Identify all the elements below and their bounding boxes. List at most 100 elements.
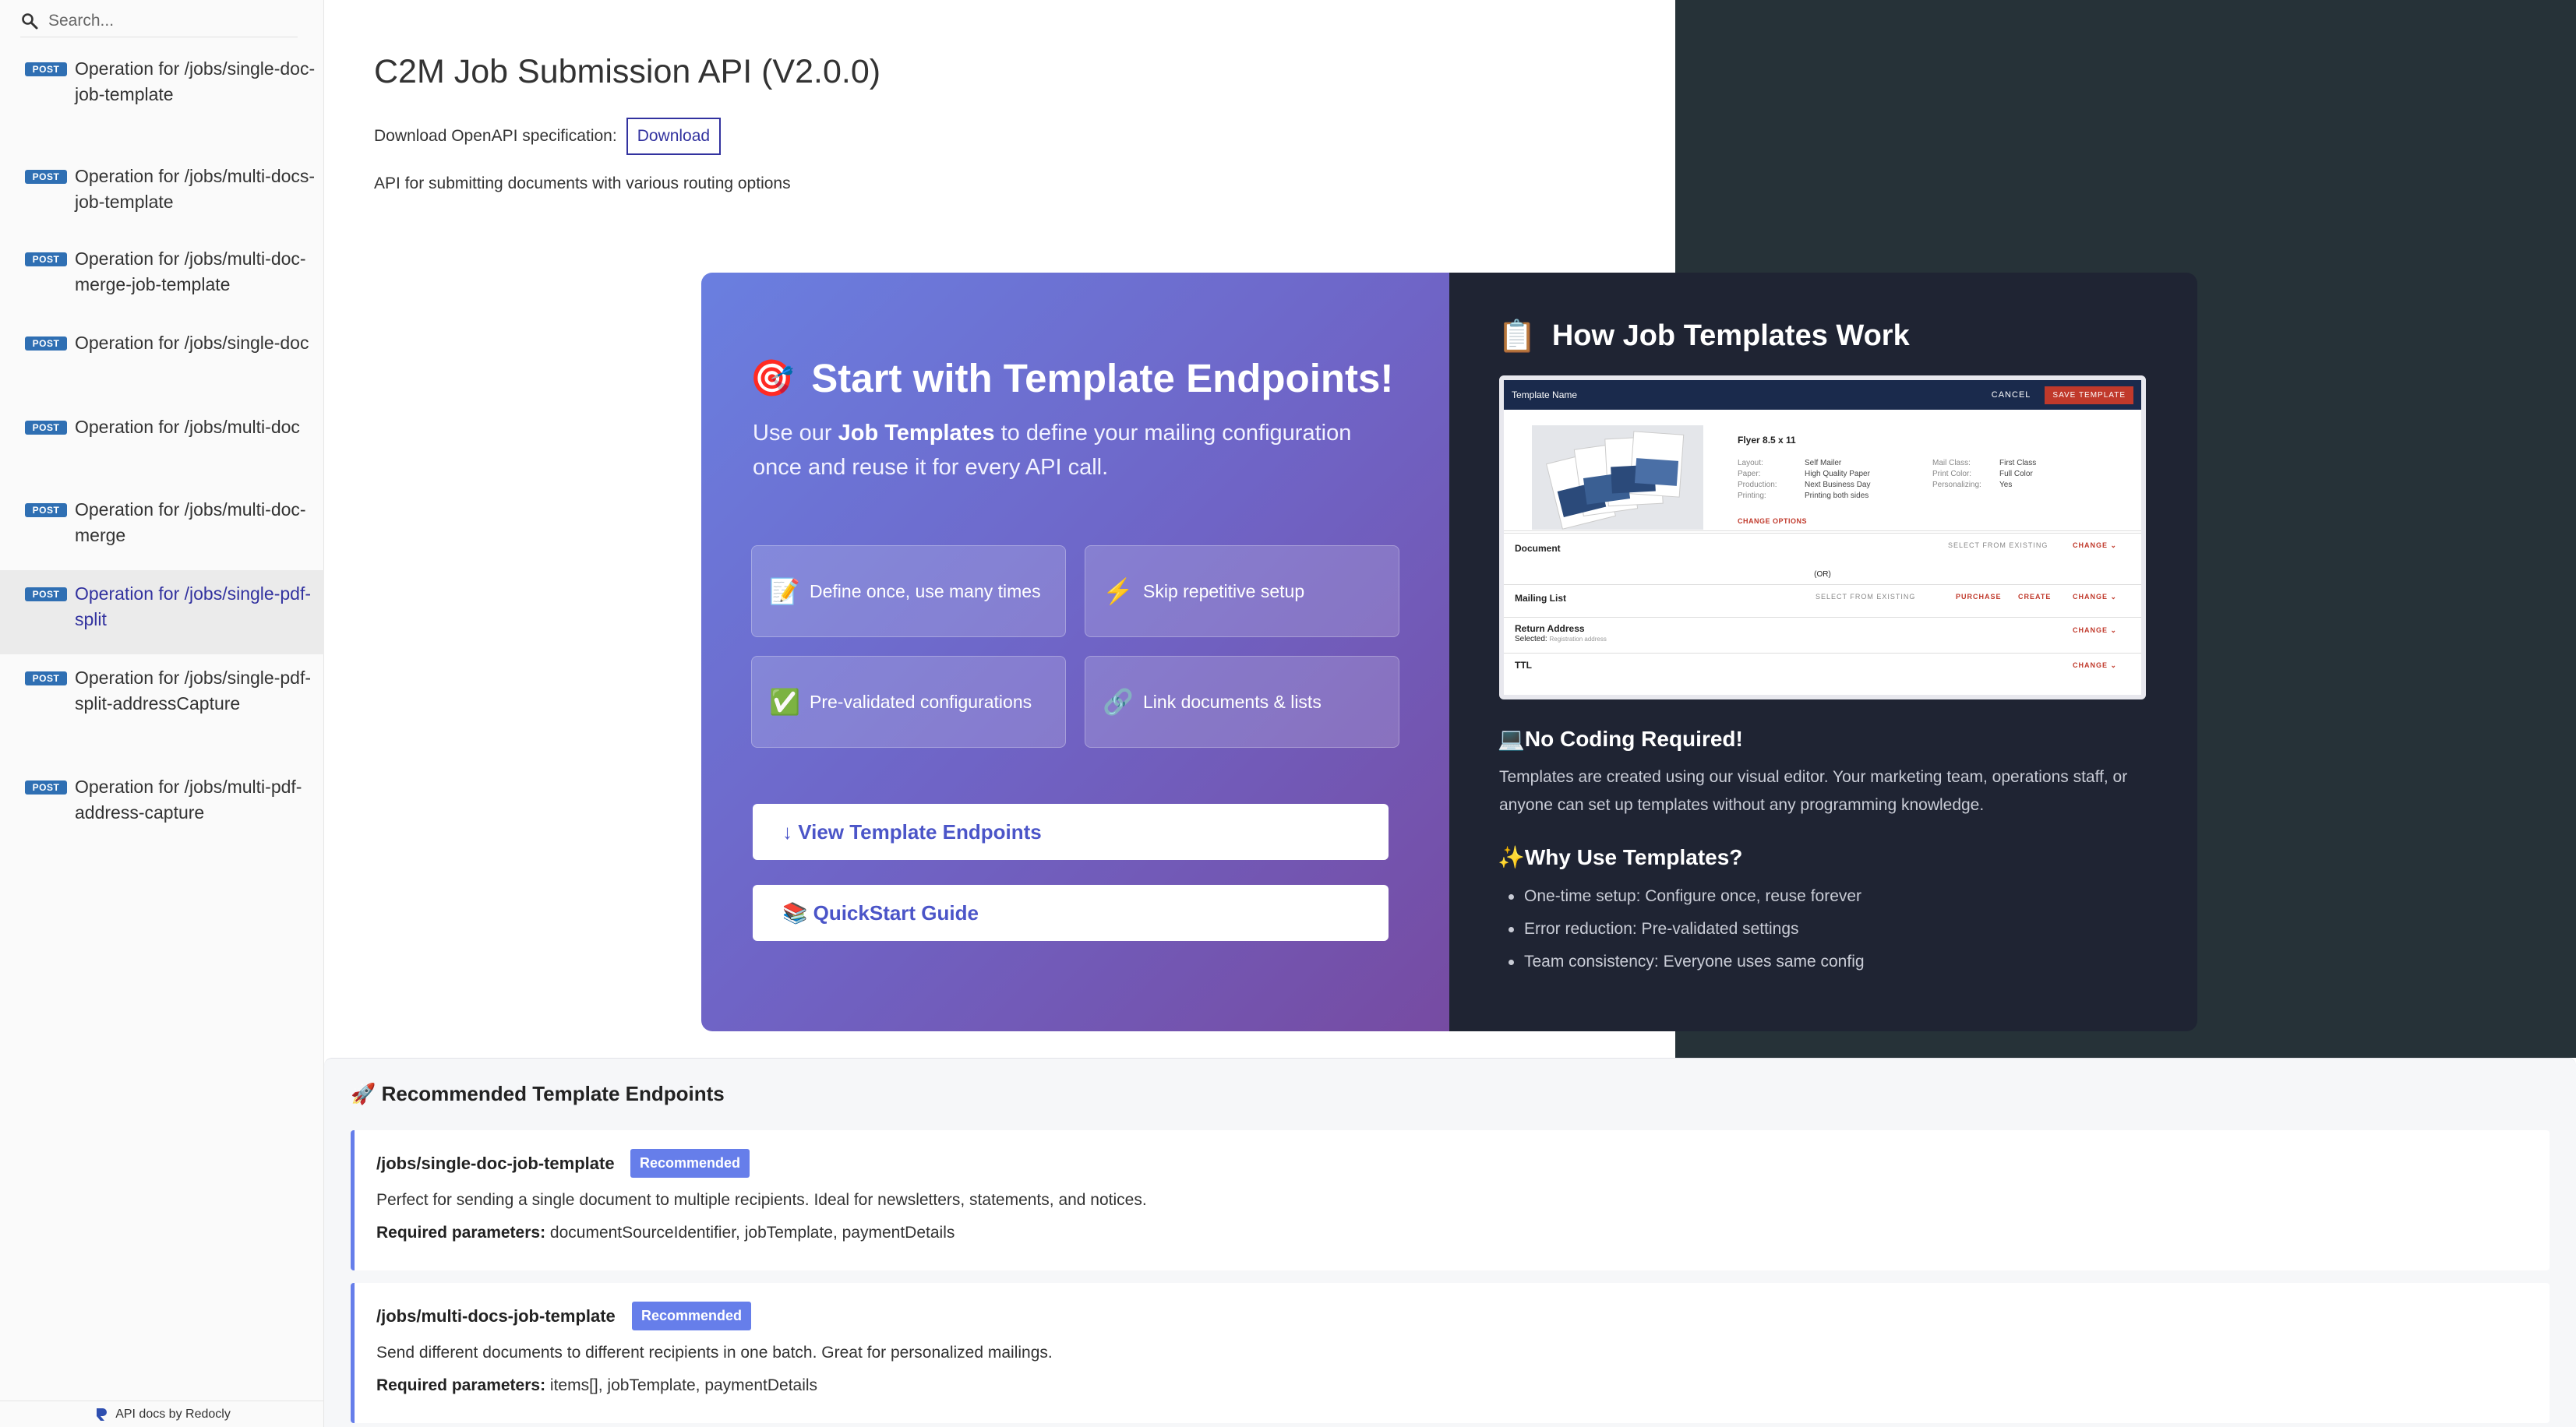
endpoint-description: Send different documents to different re… <box>376 1344 1053 1362</box>
mock-return-address-row: Return Address Selected: Registration ad… <box>1504 617 2141 651</box>
required-parameters: Required parameters: items[], jobTemplat… <box>376 1376 818 1394</box>
mock-create: CREATE <box>2018 593 2052 601</box>
mock-change: CHANGE ⌄ <box>2073 626 2118 634</box>
endpoint-description: Perfect for sending a single document to… <box>376 1191 1147 1209</box>
mock-purchase: PURCHASE <box>1956 593 2002 601</box>
sidebar-item-single-doc[interactable]: POST Operation for /jobs/single-doc <box>0 319 324 403</box>
search-box <box>20 5 298 37</box>
sidebar-item-label: Operation for /jobs/multi-pdf-address-ca… <box>75 777 302 823</box>
sidebar-item-label: Operation for /jobs/multi-doc-merge <box>75 499 306 545</box>
recommended-badge: Recommended <box>632 1302 752 1330</box>
mock-spec-row: Printing: Printing both sides <box>1738 492 1869 500</box>
mock-specs-left: Layout: Self Mailer Paper: High Quality Pa… <box>1738 458 1870 502</box>
sidebar-item-label: Operation for /jobs/single-doc <box>75 333 309 353</box>
why-templates-title: ✨Why Use Templates? <box>1498 845 1743 869</box>
post-method-badge: POST <box>25 587 67 601</box>
required-parameters: Required parameters: documentSourceIdent… <box>376 1224 955 1242</box>
sidebar-item-multi-docs-job-template[interactable]: POST Operation for /jobs/multi-docs-job-… <box>0 153 324 235</box>
endpoint-path: /jobs/single-doc-job-template <box>376 1154 615 1173</box>
no-coding-text: Templates are created using our visual e… <box>1499 768 2128 814</box>
download-row: Download OpenAPI specification: Download <box>374 117 722 156</box>
search-icon <box>22 12 38 29</box>
hero-title-text: Start with Template Endpoints! <box>811 356 1394 400</box>
mock-selected: Selected: Registration address <box>1515 635 1607 643</box>
mock-ttl-label: TTL <box>1515 660 1532 671</box>
sidebar-item-label: Operation for /jobs/single-pdf-split-add… <box>75 668 311 714</box>
sidebar-item-single-pdf-split-addresscapture[interactable]: POST Operation for /jobs/single-pdf-spli… <box>0 654 324 763</box>
feature-skip-setup: ⚡ Skip repetitive setup <box>1085 545 1399 637</box>
view-template-endpoints-button[interactable]: ↓ View Template Endpoints <box>753 804 1389 860</box>
endpoint-card-single-doc-job-template[interactable]: /jobs/single-doc-job-template Recommende… <box>351 1130 2550 1270</box>
download-button[interactable]: Download <box>626 118 722 155</box>
mock-select-existing: SELECT FROM EXISTING <box>1948 541 2048 549</box>
sidebar-item-multi-doc-merge[interactable]: POST Operation for /jobs/multi-doc-merge <box>0 486 324 570</box>
hero-title: 🎯 Start with Template Endpoints! <box>750 355 1393 401</box>
redocly-logo-icon <box>97 1408 108 1421</box>
download-label: Download OpenAPI specification: <box>374 127 617 145</box>
template-hero: 🎯 Start with Template Endpoints! Use our… <box>701 273 2197 1031</box>
sidebar-item-single-doc-job-template[interactable]: POST Operation for /jobs/single-doc-job-… <box>0 45 324 153</box>
post-method-badge: POST <box>25 503 67 517</box>
mock-template-name: Template Name <box>1512 389 1578 400</box>
mock-return-address-label: Return Address <box>1515 623 1585 634</box>
post-method-badge: POST <box>25 336 67 351</box>
memo-icon: 📝 <box>769 577 800 605</box>
redocly-link[interactable]: API docs by Redocly <box>0 1401 324 1427</box>
clipboard-icon: 📋 <box>1498 319 1537 354</box>
sidebar-item-label: Operation for /jobs/multi-doc-merge-job-… <box>75 248 306 294</box>
list-item: Error reduction: Pre-validated settings <box>1509 913 2163 946</box>
mock-or-row: (OR) <box>1504 567 2141 584</box>
sidebar: POST Operation for /jobs/single-doc-job-… <box>0 0 324 1427</box>
mock-document-row: Document SELECT FROM EXISTING CHANGE ⌄ <box>1504 533 2141 567</box>
how-title: 📋 How Job Templates Work <box>1498 318 1910 354</box>
sidebar-item-label: Operation for /jobs/multi-doc <box>75 417 300 437</box>
post-method-badge: POST <box>25 421 67 435</box>
target-icon: 🎯 <box>750 358 795 398</box>
mock-product-section: Flyer 8.5 x 11 Layout: Self Mailer Paper:… <box>1504 410 2141 531</box>
post-method-badge: POST <box>25 671 67 685</box>
post-method-badge: POST <box>25 252 67 266</box>
feature-text: Define once, use many times <box>810 581 1041 601</box>
check-mark-icon: ✅ <box>769 688 800 716</box>
no-coding-title: 💻No Coding Required! <box>1498 727 1743 751</box>
mock-product-title: Flyer 8.5 x 11 <box>1738 435 1796 446</box>
hero-intro-pre: Use our <box>753 421 838 446</box>
endpoint-path: /jobs/multi-docs-job-template <box>376 1306 616 1326</box>
mock-change: CHANGE ⌄ <box>2073 661 2118 669</box>
mock-change: CHANGE ⌄ <box>2073 593 2118 601</box>
quickstart-guide-button[interactable]: 📚 QuickStart Guide <box>753 885 1389 941</box>
sidebar-item-multi-doc[interactable]: POST Operation for /jobs/multi-doc <box>0 403 324 486</box>
post-method-badge: POST <box>25 170 67 184</box>
search-input[interactable] <box>48 11 282 30</box>
how-title-text: How Job Templates Work <box>1551 319 1910 352</box>
sidebar-item-label: Operation for /jobs/multi-docs-job-templ… <box>75 166 316 212</box>
recommended-endpoints: 🚀 Recommended Template Endpoints /jobs/s… <box>324 1058 2576 1427</box>
sidebar-item-multi-pdf-address-capture[interactable]: POST Operation for /jobs/multi-pdf-addre… <box>0 763 324 847</box>
sidebar-item-label: Operation for /jobs/single-doc-job-templ… <box>75 58 316 104</box>
template-editor-screenshot: Template Name CANCEL SAVE TEMPLATE Flyer… <box>1499 375 2146 699</box>
mock-document-label: Document <box>1515 543 1561 554</box>
sidebar-item-single-pdf-split[interactable]: POST Operation for /jobs/single-pdf-spli… <box>0 570 324 654</box>
mock-select-existing: SELECT FROM EXISTING <box>1816 593 1916 601</box>
hero-intro: Use our Job Templates to define your mai… <box>753 416 1360 484</box>
mock-or: (OR) <box>1814 570 1831 579</box>
feature-define-once: 📝 Define once, use many times <box>751 545 1066 637</box>
endpoint-card-multi-docs-job-template[interactable]: /jobs/multi-docs-job-template Recommende… <box>351 1283 2550 1423</box>
feature-pre-validated: ✅ Pre-validated configurations <box>751 656 1066 748</box>
sidebar-item-label: Operation for /jobs/single-pdf-split <box>75 583 311 629</box>
mock-save-template: SAVE TEMPLATE <box>2045 386 2133 404</box>
mock-toolbar: Template Name CANCEL SAVE TEMPLATE <box>1504 380 2141 410</box>
post-method-badge: POST <box>25 62 67 76</box>
mock-spec-row: Paper: High Quality Paper <box>1738 470 1870 478</box>
mock-spec-row: Layout: Self Mailer <box>1738 459 1842 467</box>
mock-spec-row: Personalizing: Yes <box>1932 481 2013 489</box>
list-item: Team consistency: Everyone uses same con… <box>1509 946 2163 978</box>
feature-text: Skip repetitive setup <box>1143 581 1305 601</box>
mock-ttl-row: TTL CHANGE ⌄ <box>1504 653 2141 684</box>
benefits-list: One-time setup: Configure once, reuse fo… <box>1509 880 2163 978</box>
sidebar-item-multi-doc-merge-job-template[interactable]: POST Operation for /jobs/multi-doc-merge… <box>0 235 324 319</box>
mock-specs-right: Mail Class: First Class Print Color: Full … <box>1932 458 2036 491</box>
redocly-label: API docs by Redocly <box>115 1407 231 1421</box>
how-templates-work-panel: 📋 How Job Templates Work Template Name C… <box>1449 273 2197 1031</box>
lightning-icon: ⚡ <box>1103 577 1134 605</box>
